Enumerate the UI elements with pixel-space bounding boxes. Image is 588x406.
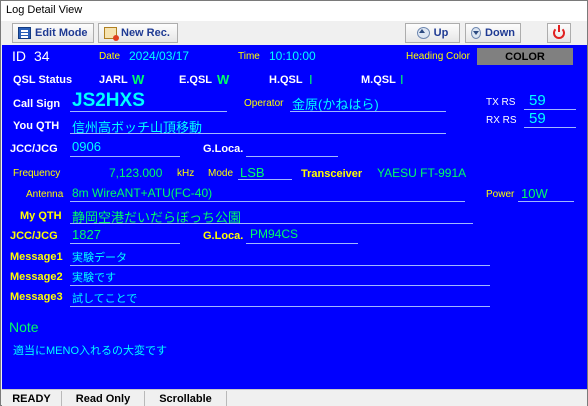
callsign-label: Call Sign [13, 98, 61, 110]
qsl-status-label: QSL Status [13, 74, 73, 86]
gloca1-label: G.Loca. [203, 143, 244, 155]
log-detail-window: Log Detail View Edit Mode New Rec. Up Do… [0, 0, 588, 406]
status-bar: READY Read Only Scrollable [2, 389, 587, 406]
edit-icon [18, 27, 31, 39]
message3-label: Message3 [10, 291, 63, 303]
message1-value: 実験データ [72, 252, 127, 264]
date-value: 2024/03/17 [129, 49, 190, 63]
your-qth-label: You QTH [13, 120, 60, 132]
heading-color-label: Heading Color [406, 51, 470, 62]
jcc1-value: 0906 [72, 139, 101, 154]
new-record-label: New Rec. [121, 27, 170, 39]
message3-underline [70, 306, 490, 307]
date-label: Date [99, 51, 121, 62]
frequency-unit: kHz [177, 168, 195, 179]
my-qth-label: My QTH [20, 210, 62, 222]
gloca2-value: PM94CS [250, 227, 299, 241]
jcc2-label: JCC/JCG [10, 230, 58, 242]
rxrs-value: 59 [529, 110, 546, 127]
message2-underline [70, 285, 490, 286]
jcc2-underline [70, 243, 180, 244]
jcc2-value: 1827 [72, 227, 101, 242]
arrow-up-icon [416, 27, 430, 39]
down-button[interactable]: Down [465, 23, 521, 43]
note-label: Note [9, 319, 39, 335]
message1-label: Message1 [10, 251, 63, 263]
status-read-only: Read Only [62, 391, 145, 406]
message2-label: Message2 [10, 271, 63, 283]
edit-mode-label: Edit Mode [35, 27, 88, 39]
transceiver-label: Transceiver [301, 168, 363, 180]
close-button[interactable] [547, 23, 571, 43]
note-area[interactable]: Note 適当にMENO入れるの大変です [2, 318, 587, 389]
txrs-value: 59 [529, 92, 546, 109]
callsign-underline [70, 111, 227, 112]
antenna-value: 8m WireANT+ATU(FC-40) [72, 186, 213, 200]
new-record-button[interactable]: New Rec. [98, 23, 178, 43]
eqsl-value: W [217, 72, 230, 87]
power-icon [553, 25, 565, 39]
jarl-label: JARL [99, 74, 128, 86]
my-qth-underline [70, 223, 473, 224]
status-scrollable: Scrollable [145, 391, 227, 406]
callsign-value: JS2HXS [72, 90, 145, 111]
gloca1-underline [246, 156, 338, 157]
edit-mode-button[interactable]: Edit Mode [12, 23, 94, 43]
toolbar: Edit Mode New Rec. Up Down [2, 21, 587, 45]
jcc1-underline [70, 156, 180, 157]
power-value: 10W [521, 186, 548, 201]
message1-underline [70, 265, 490, 266]
txrs-label: TX RS [486, 97, 516, 108]
antenna-label: Antenna [26, 189, 64, 200]
jcc1-label: JCC/JCG [10, 143, 58, 155]
power-underline [518, 201, 574, 202]
up-label: Up [433, 27, 449, 39]
transceiver-value: YAESU FT-991A [377, 166, 467, 180]
your-qth-underline [70, 133, 446, 134]
id-label: ID [12, 48, 26, 64]
heading-color-button[interactable]: COLOR [477, 48, 573, 65]
frequency-value: 7,123.000 [109, 166, 163, 180]
time-label: Time [238, 51, 260, 62]
operator-underline [290, 111, 446, 112]
window-title: Log Detail View [1, 1, 587, 21]
gloca2-underline [246, 243, 358, 244]
eqsl-label: E.QSL [179, 74, 213, 86]
mqsl-value: I [400, 72, 404, 87]
hqsl-value: I [309, 72, 313, 87]
message2-value: 実験です [72, 272, 116, 284]
new-record-icon [104, 27, 119, 41]
mode-value: LSB [240, 165, 265, 180]
id-value: 34 [34, 48, 50, 64]
gloca2-label: G.Loca. [203, 230, 244, 242]
mode-label: Mode [208, 168, 234, 179]
up-button[interactable]: Up [405, 23, 460, 43]
frequency-label: Frequency [13, 168, 61, 179]
power-label: Power [486, 189, 515, 200]
hqsl-label: H.QSL [269, 74, 303, 86]
jarl-value: W [132, 72, 145, 87]
antenna-underline [70, 201, 465, 202]
mqsl-label: M.QSL [361, 74, 396, 86]
time-value: 10:10:00 [269, 49, 316, 63]
operator-label: Operator [244, 98, 284, 109]
mode-underline [238, 179, 292, 180]
arrow-down-icon [471, 27, 482, 39]
note-value: 適当にMENO入れるの大変です [13, 345, 167, 357]
message3-value: 試してことで [72, 293, 138, 305]
rxrs-underline [524, 127, 576, 128]
down-label: Down [485, 27, 515, 39]
record-panel: ID 34 Date 2024/03/17 Time 10:10:00 Head… [2, 45, 587, 389]
status-ready: READY [2, 391, 62, 406]
rxrs-label: RX RS [486, 115, 517, 126]
